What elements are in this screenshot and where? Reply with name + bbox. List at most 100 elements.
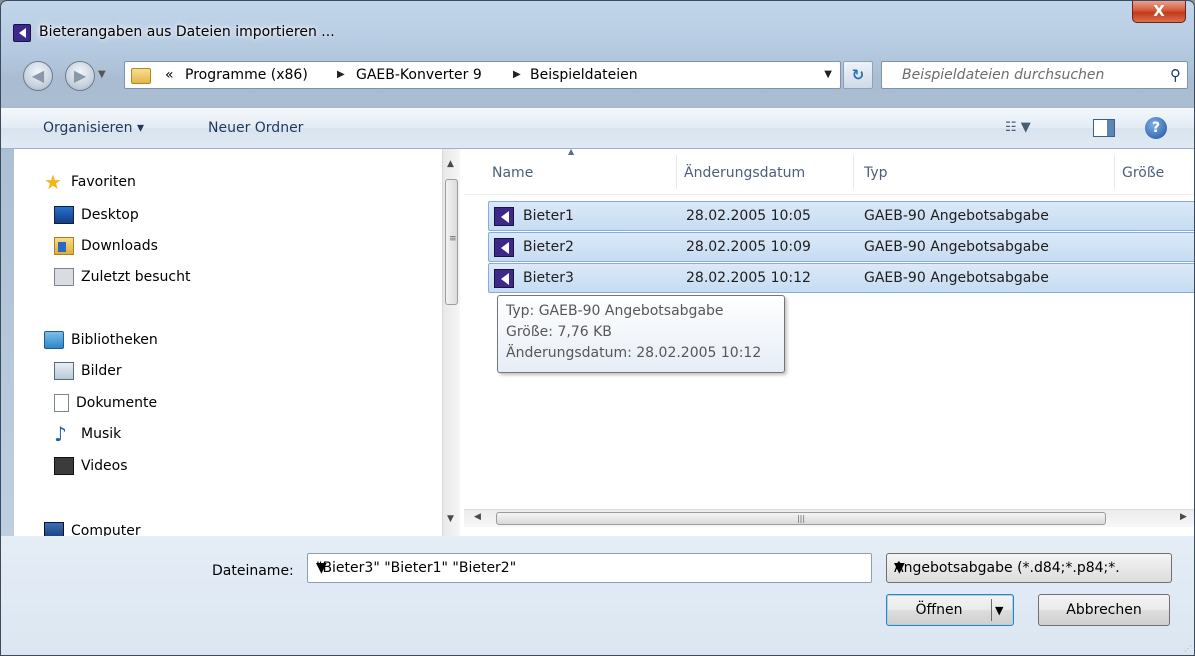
file-info-tooltip: Typ: GAEB-90 Angebotsabgabe Größe: 7,76 … bbox=[497, 295, 785, 373]
nav-item-pictures[interactable]: Bilder bbox=[54, 359, 122, 383]
search-placeholder: Beispieldateien durchsuchen bbox=[902, 67, 1105, 83]
file-type: GAEB-90 Angebotsabgabe bbox=[864, 239, 1049, 255]
nav-item-label: Computer bbox=[71, 523, 141, 536]
column-size[interactable]: Größe bbox=[1122, 165, 1164, 181]
desktop-icon bbox=[54, 206, 74, 224]
filename-field[interactable]: "Bieter3" "Bieter1" "Bieter2" ▼ bbox=[307, 553, 872, 583]
scroll-down-icon[interactable]: ▼ bbox=[447, 514, 454, 524]
column-type[interactable]: Typ bbox=[864, 165, 888, 181]
breadcrumb-separator-icon[interactable]: ▶ bbox=[513, 69, 521, 80]
column-divider[interactable] bbox=[676, 155, 677, 189]
nav-item-videos[interactable]: Videos bbox=[54, 454, 128, 478]
history-dropdown-icon[interactable]: ▼ bbox=[98, 69, 106, 80]
nav-item-desktop[interactable]: Desktop bbox=[54, 203, 139, 227]
column-headers: Name ▲ Änderungsdatum Typ Größe bbox=[464, 147, 1194, 195]
file-row[interactable]: Bieter3 28.02.2005 10:12 GAEB-90 Angebot… bbox=[488, 263, 1194, 293]
nav-item-downloads[interactable]: Downloads bbox=[54, 234, 158, 258]
file-name: Bieter1 bbox=[523, 208, 574, 224]
dialog-footer: Dateiname: "Bieter3" "Bieter1" "Bieter2"… bbox=[1, 536, 1194, 655]
filetype-select[interactable]: Angebotsabgabe (*.d84;*.p84;*. ▼ bbox=[886, 553, 1172, 583]
view-options-icon[interactable]: ☷ ▼ bbox=[1005, 120, 1031, 135]
breadcrumb-beispieldateien[interactable]: Beispieldateien bbox=[530, 67, 638, 83]
preview-pane-icon[interactable] bbox=[1093, 119, 1115, 137]
search-input[interactable]: Beispieldateien durchsuchen ⚲ bbox=[881, 61, 1188, 89]
main-area: ★ Favoriten Desktop Downloads Zuletzt be… bbox=[14, 147, 1194, 536]
address-dropdown-icon[interactable]: ▼ bbox=[824, 69, 832, 80]
scrollbar-thumb[interactable]: ≡ bbox=[445, 179, 458, 305]
folder-icon bbox=[131, 68, 151, 84]
file-row[interactable]: Bieter2 28.02.2005 10:09 GAEB-90 Angebot… bbox=[488, 232, 1194, 262]
file-name: Bieter3 bbox=[523, 270, 574, 286]
title-bar: Bieterangaben aus Dateien importieren ..… bbox=[1, 1, 1194, 45]
scrollbar-thumb[interactable]: ||| bbox=[496, 512, 1106, 525]
breadcrumb-gaeb-konverter[interactable]: GAEB-Konverter 9 bbox=[356, 67, 482, 83]
gaeb-file-icon bbox=[494, 207, 514, 226]
app-icon bbox=[13, 24, 31, 42]
column-divider[interactable] bbox=[1114, 155, 1115, 189]
nav-item-music[interactable]: ♪ Musik bbox=[54, 422, 121, 446]
file-type: GAEB-90 Angebotsabgabe bbox=[864, 208, 1049, 224]
recent-places-icon bbox=[54, 268, 74, 286]
help-icon[interactable]: ? bbox=[1145, 117, 1167, 139]
file-row[interactable]: Bieter1 28.02.2005 10:05 GAEB-90 Angebot… bbox=[488, 201, 1194, 231]
scroll-up-icon[interactable]: ▲ bbox=[447, 159, 454, 169]
column-divider[interactable] bbox=[853, 155, 854, 189]
close-button[interactable]: X bbox=[1132, 1, 1186, 23]
open-button-label: Öffnen bbox=[915, 602, 963, 618]
open-file-dialog: Bieterangaben aus Dateien importieren ..… bbox=[0, 0, 1195, 656]
downloads-icon bbox=[54, 237, 74, 255]
nav-item-documents[interactable]: Dokumente bbox=[54, 391, 157, 415]
back-button[interactable]: ◀ bbox=[23, 61, 53, 91]
new-folder-button[interactable]: Neuer Ordner bbox=[208, 120, 303, 136]
breadcrumb-overflow[interactable]: « bbox=[165, 67, 174, 83]
open-options-icon[interactable]: ▼ bbox=[995, 596, 1003, 626]
documents-icon bbox=[54, 394, 69, 412]
column-date[interactable]: Änderungsdatum bbox=[684, 165, 805, 181]
column-name[interactable]: Name bbox=[492, 165, 533, 181]
nav-item-label: Videos bbox=[81, 458, 128, 474]
file-type: GAEB-90 Angebotsabgabe bbox=[864, 270, 1049, 286]
scroll-left-icon[interactable]: ◀ bbox=[474, 512, 481, 522]
file-date: 28.02.2005 10:09 bbox=[686, 239, 811, 255]
nav-item-recent[interactable]: Zuletzt besucht bbox=[54, 265, 190, 289]
file-date: 28.02.2005 10:05 bbox=[686, 208, 811, 224]
sort-ascending-icon: ▲ bbox=[568, 147, 575, 156]
file-date: 28.02.2005 10:12 bbox=[686, 270, 811, 286]
computer-icon bbox=[44, 522, 64, 536]
navigation-scrollbar[interactable]: ▲ ≡ ▼ bbox=[442, 149, 460, 536]
organize-menu[interactable]: Organisieren ▾ bbox=[43, 120, 144, 136]
music-icon: ♪ bbox=[54, 422, 67, 446]
resize-grip-icon[interactable]: ⋰ bbox=[1184, 644, 1192, 653]
filename-dropdown-icon[interactable]: ▼ bbox=[316, 560, 861, 576]
tooltip-type: Typ: GAEB-90 Angebotsabgabe bbox=[506, 303, 724, 319]
libraries-icon bbox=[44, 331, 64, 349]
forward-button[interactable]: ▶ bbox=[65, 61, 95, 91]
nav-item-favorites[interactable]: ★ Favoriten bbox=[44, 170, 136, 194]
tooltip-date: Änderungsdatum: 28.02.2005 10:12 bbox=[506, 345, 762, 361]
breadcrumb-separator-icon[interactable]: ▶ bbox=[337, 69, 345, 80]
command-toolbar: Organisieren ▾ Neuer Ordner ☷ ▼ ? bbox=[1, 107, 1194, 149]
videos-icon bbox=[54, 457, 74, 475]
address-row: ◀ ▶ ▼ « Programme (x86) ▶ GAEB-Konverter… bbox=[1, 55, 1194, 97]
horizontal-scrollbar[interactable]: ◀ ||| ▶ bbox=[464, 509, 1194, 527]
open-button[interactable]: Öffnen ▼ bbox=[886, 594, 1014, 626]
breadcrumb-programme[interactable]: Programme (x86) bbox=[185, 67, 308, 83]
refresh-button[interactable]: ↻ bbox=[843, 61, 873, 89]
navigation-pane: ★ Favoriten Desktop Downloads Zuletzt be… bbox=[14, 149, 442, 536]
filetype-dropdown-icon[interactable]: ▼ bbox=[894, 560, 1163, 576]
file-list: Name ▲ Änderungsdatum Typ Größe Bieter1 … bbox=[464, 147, 1194, 536]
nav-item-label: Zuletzt besucht bbox=[81, 269, 191, 285]
nav-item-label: Dokumente bbox=[76, 395, 158, 411]
gaeb-file-icon bbox=[494, 269, 514, 288]
nav-item-label: Bibliotheken bbox=[71, 332, 158, 348]
address-bar[interactable]: « Programme (x86) ▶ GAEB-Konverter 9 ▶ B… bbox=[124, 61, 841, 89]
nav-item-label: Favoriten bbox=[71, 174, 136, 190]
scroll-right-icon[interactable]: ▶ bbox=[1180, 512, 1187, 522]
file-name: Bieter2 bbox=[523, 239, 574, 255]
nav-item-computer[interactable]: Computer bbox=[44, 519, 141, 536]
nav-item-label: Downloads bbox=[81, 238, 158, 254]
nav-item-libraries[interactable]: Bibliotheken bbox=[44, 328, 158, 352]
search-icon[interactable]: ⚲ bbox=[1170, 66, 1181, 84]
gaeb-file-icon bbox=[494, 238, 514, 257]
cancel-button[interactable]: Abbrechen bbox=[1038, 594, 1170, 626]
